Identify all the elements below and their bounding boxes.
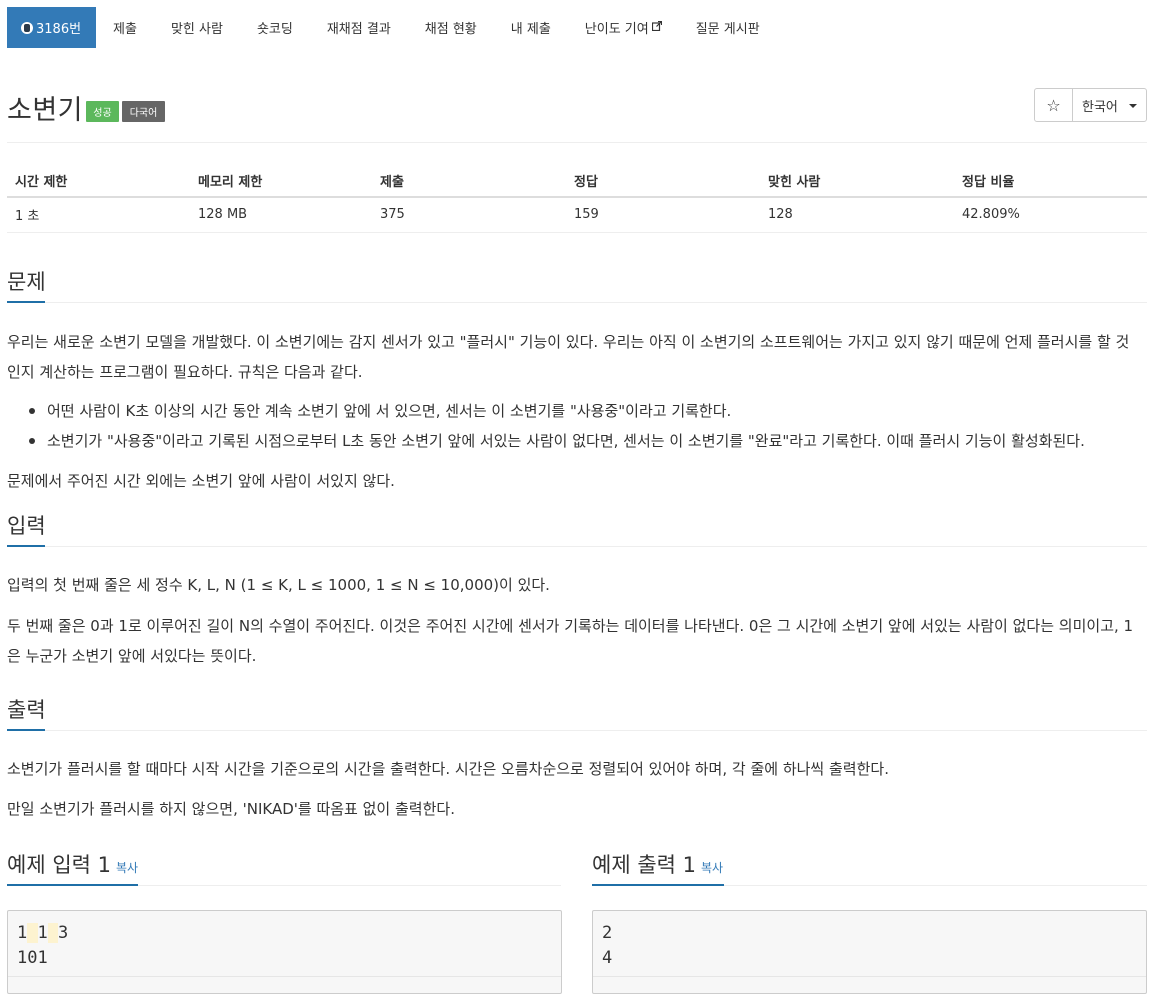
sample-output-box[interactable]: 2 4 bbox=[592, 910, 1147, 994]
sample-input-title: 예제 입력 1 bbox=[7, 853, 111, 877]
sample-input-token: 1 bbox=[37, 923, 48, 943]
info-memory-limit: 128 MB bbox=[190, 197, 372, 233]
sample-input-token: 1 bbox=[17, 923, 28, 943]
tab-my-submissions[interactable]: 내 제출 bbox=[494, 7, 568, 48]
info-ratio: 42.809% bbox=[954, 197, 1147, 233]
section-underline bbox=[7, 545, 45, 547]
sample-input-token: 3 bbox=[58, 923, 69, 943]
info-solved-users[interactable]: 128 bbox=[760, 197, 954, 233]
sample-input-line: 101 bbox=[17, 948, 48, 968]
section-heading-input: 입력 bbox=[7, 514, 46, 538]
copy-sample-input-link[interactable]: 복사 bbox=[116, 861, 138, 875]
section-heading-output: 출력 bbox=[7, 698, 46, 722]
tab-short-coding[interactable]: 숏코딩 bbox=[240, 7, 310, 48]
language-select-value: 한국어 bbox=[1082, 99, 1118, 115]
status-badge-multilang: 다국어 bbox=[122, 101, 165, 122]
output-description-1: 소변기가 플러시를 할 때마다 시작 시간을 기준으로의 시간을 출력한다. 시… bbox=[7, 760, 889, 778]
info-header-submissions: 제출 bbox=[372, 164, 566, 198]
output-description-2: 만일 소변기가 플러시를 하지 않으면, 'NIKAD'를 따옴표 없이 출력한… bbox=[7, 800, 455, 818]
info-header-solved-users: 맞힌 사람 bbox=[760, 164, 954, 198]
info-accepted: 159 bbox=[566, 197, 760, 233]
copy-sample-output-link[interactable]: 복사 bbox=[701, 861, 723, 875]
sample-output-line: 2 bbox=[602, 923, 613, 943]
sample-output-heading: 예제 출력 1 복사 bbox=[592, 849, 723, 879]
tier-badge-icon bbox=[21, 21, 33, 34]
sample-input-box[interactable]: 1 1 3 101 bbox=[7, 910, 562, 994]
section-heading-problem: 문제 bbox=[7, 270, 46, 294]
sample-output-title: 예제 출력 1 bbox=[592, 853, 696, 877]
problem-note: 문제에서 주어진 시간 외에는 소변기 앞에 사람이 서있지 않다. bbox=[7, 472, 395, 490]
section-underline bbox=[7, 884, 138, 886]
info-submissions[interactable]: 375 bbox=[372, 197, 566, 233]
info-table-row: 1 초 128 MB 375 159 128 42.809% bbox=[7, 197, 1147, 233]
section-divider bbox=[7, 302, 1147, 303]
info-header-accepted: 정답 bbox=[566, 164, 760, 198]
rule-list: 어떤 사람이 K초 이상의 시간 동안 계속 소변기 앞에 서 있으면, 센서는… bbox=[25, 396, 1085, 456]
info-time-limit: 1 초 bbox=[7, 197, 190, 233]
input-description-2: 두 번째 줄은 0과 1로 이루어진 길이 N의 수열이 주어진다. 이것은 주… bbox=[7, 617, 1134, 665]
problem-info-table: 시간 제한 메모리 제한 제출 정답 맞힌 사람 정답 비율 1 초 128 M… bbox=[7, 164, 1147, 233]
title-divider bbox=[7, 142, 1147, 143]
section-divider bbox=[7, 730, 1147, 731]
tab-rejudge-results[interactable]: 재채점 결과 bbox=[310, 7, 408, 48]
tab-problem-label: 3186번 bbox=[36, 22, 82, 37]
section-underline bbox=[592, 884, 724, 886]
tab-difficulty-contribution[interactable]: 난이도 기여 bbox=[568, 7, 679, 48]
info-header-time-limit: 시간 제한 bbox=[7, 164, 190, 198]
tab-problem[interactable]: 3186번 bbox=[7, 7, 97, 48]
favorite-star-button[interactable]: ☆ bbox=[1034, 88, 1073, 122]
list-item: 어떤 사람이 K초 이상의 시간 동안 계속 소변기 앞에 서 있으면, 센서는… bbox=[25, 396, 1085, 426]
list-item: 소변기가 "사용중"이라고 기록된 시점으로부터 L초 동안 소변기 앞에 서있… bbox=[25, 426, 1085, 456]
sample-output-line: 4 bbox=[602, 948, 613, 968]
section-divider bbox=[7, 546, 1147, 547]
tab-question-board[interactable]: 질문 게시판 bbox=[679, 7, 777, 48]
external-link-icon bbox=[651, 20, 662, 31]
section-underline bbox=[7, 729, 45, 731]
status-badge-success: 성공 bbox=[86, 101, 119, 122]
section-underline bbox=[7, 301, 45, 303]
info-header-ratio: 정답 비율 bbox=[954, 164, 1147, 198]
tab-submit[interactable]: 제출 bbox=[96, 7, 154, 48]
tab-solved-users[interactable]: 맞힌 사람 bbox=[154, 7, 240, 48]
info-header-memory-limit: 메모리 제한 bbox=[190, 164, 372, 198]
sample-input-heading: 예제 입력 1 복사 bbox=[7, 849, 138, 879]
language-select[interactable]: 한국어 bbox=[1072, 88, 1147, 122]
caret-down-icon bbox=[1129, 104, 1137, 108]
tab-status[interactable]: 채점 현황 bbox=[408, 7, 494, 48]
page-title: 소변기 bbox=[7, 95, 84, 126]
problem-nav: 3186번 제출 맞힌 사람 숏코딩 재채점 결과 채점 현황 내 제출 난이도… bbox=[7, 7, 1149, 48]
problem-description: 우리는 새로운 소변기 모델을 개발했다. 이 소변기에는 감지 센서가 있고 … bbox=[7, 333, 1130, 381]
input-description-1: 입력의 첫 번째 줄은 세 정수 K, L, N (1 ≤ K, L ≤ 100… bbox=[7, 576, 550, 594]
info-table-header-row: 시간 제한 메모리 제한 제출 정답 맞힌 사람 정답 비율 bbox=[7, 164, 1147, 198]
tab-difficulty-label: 난이도 기여 bbox=[584, 22, 649, 37]
star-icon: ☆ bbox=[1046, 95, 1061, 115]
